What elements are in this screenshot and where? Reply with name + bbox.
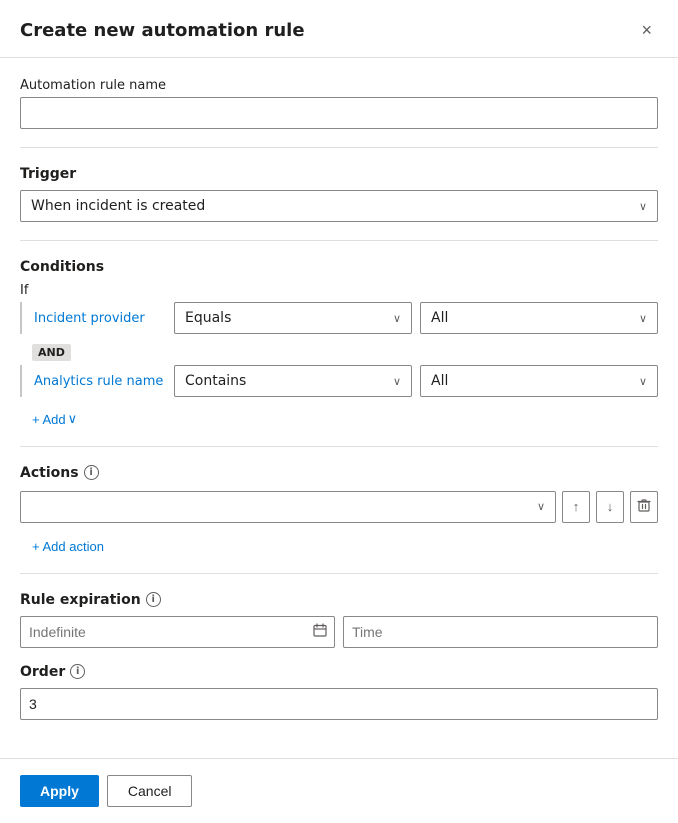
condition-operator-1[interactable]: Equals ∨ xyxy=(174,302,412,334)
condition-field-1: Incident provider xyxy=(34,311,174,326)
divider-4 xyxy=(20,573,658,574)
close-button[interactable]: × xyxy=(635,18,658,43)
rule-expiration-header: Rule expiration i xyxy=(20,592,658,608)
actions-header: Actions i xyxy=(20,465,658,481)
condition-selects-1: Equals ∨ All ∨ xyxy=(174,302,658,334)
condition-value-1-chevron: ∨ xyxy=(639,312,647,325)
divider-3 xyxy=(20,446,658,447)
trigger-selected-value: When incident is created xyxy=(31,198,205,214)
condition-operator-1-value: Equals xyxy=(185,310,231,326)
condition-value-2-text: All xyxy=(431,373,448,389)
order-label: Order xyxy=(20,664,65,680)
actions-down-icon: ↓ xyxy=(607,499,614,514)
order-section: Order i xyxy=(20,664,658,720)
actions-label: Actions xyxy=(20,465,79,481)
add-action-button[interactable]: + Add action xyxy=(32,539,104,554)
dialog-title: Create new automation rule xyxy=(20,20,305,41)
actions-row: ∨ ↑ ↓ xyxy=(20,491,658,523)
automation-rule-name-input[interactable] xyxy=(20,97,658,129)
condition-operator-2-value: Contains xyxy=(185,373,246,389)
add-condition-button[interactable]: + Add ∨ xyxy=(32,411,77,427)
trigger-chevron-icon: ∨ xyxy=(639,200,647,213)
order-header: Order i xyxy=(20,664,658,680)
condition-operator-2[interactable]: Contains ∨ xyxy=(174,365,412,397)
expiration-date-input[interactable] xyxy=(20,616,335,648)
condition-value-1-text: All xyxy=(431,310,448,326)
order-info-icon: i xyxy=(70,664,85,679)
dialog-header: Create new automation rule × xyxy=(0,0,678,58)
expiration-time-wrapper xyxy=(343,616,658,648)
actions-info-icon: i xyxy=(84,465,99,480)
actions-chevron-icon: ∨ xyxy=(537,500,545,513)
condition-value-2[interactable]: All ∨ xyxy=(420,365,658,397)
condition-row-2: Analytics rule name Contains ∨ All ∨ xyxy=(20,365,658,397)
actions-up-icon: ↑ xyxy=(573,499,580,514)
rule-expiration-info-icon: i xyxy=(146,592,161,607)
divider-1 xyxy=(20,147,658,148)
actions-delete-button[interactable] xyxy=(630,491,658,523)
actions-up-button[interactable]: ↑ xyxy=(562,491,590,523)
add-condition-chevron-icon: ∨ xyxy=(68,411,78,427)
automation-rule-name-label: Automation rule name xyxy=(20,78,658,93)
add-action-label: + Add action xyxy=(32,539,104,554)
trigger-label: Trigger xyxy=(20,166,658,182)
expiration-time-input[interactable] xyxy=(343,616,658,648)
dialog-footer: Apply Cancel xyxy=(0,758,678,823)
condition-selects-2: Contains ∨ All ∨ xyxy=(174,365,658,397)
divider-2 xyxy=(20,240,658,241)
apply-button[interactable]: Apply xyxy=(20,775,99,807)
cancel-button[interactable]: Cancel xyxy=(107,775,193,807)
conditions-if-label: If xyxy=(20,283,658,298)
condition-row-1: Incident provider Equals ∨ All ∨ xyxy=(20,302,658,334)
order-input[interactable] xyxy=(20,688,658,720)
rule-expiration-section: Rule expiration i xyxy=(20,592,658,648)
actions-section: Actions i ∨ ↑ ↓ xyxy=(20,465,658,555)
condition-operator-1-chevron: ∨ xyxy=(393,312,401,325)
condition-value-2-chevron: ∨ xyxy=(639,375,647,388)
and-badge: AND xyxy=(32,344,71,361)
expiration-date-wrapper xyxy=(20,616,335,648)
condition-field-2: Analytics rule name xyxy=(34,374,174,389)
automation-rule-name-section: Automation rule name xyxy=(20,78,658,129)
conditions-label: Conditions xyxy=(20,259,658,275)
create-automation-rule-dialog: Create new automation rule × Automation … xyxy=(0,0,678,823)
rule-expiration-label: Rule expiration xyxy=(20,592,141,608)
add-condition-label: + Add xyxy=(32,412,66,427)
trigger-section: Trigger When incident is created ∨ xyxy=(20,166,658,222)
actions-delete-icon xyxy=(637,498,651,515)
actions-select[interactable]: ∨ xyxy=(20,491,556,523)
conditions-section: Conditions If Incident provider Equals ∨… xyxy=(20,259,658,428)
expiration-row xyxy=(20,616,658,648)
dialog-body: Automation rule name Trigger When incide… xyxy=(0,58,678,740)
trigger-select[interactable]: When incident is created ∨ xyxy=(20,190,658,222)
actions-down-button[interactable]: ↓ xyxy=(596,491,624,523)
condition-operator-2-chevron: ∨ xyxy=(393,375,401,388)
condition-value-1[interactable]: All ∨ xyxy=(420,302,658,334)
